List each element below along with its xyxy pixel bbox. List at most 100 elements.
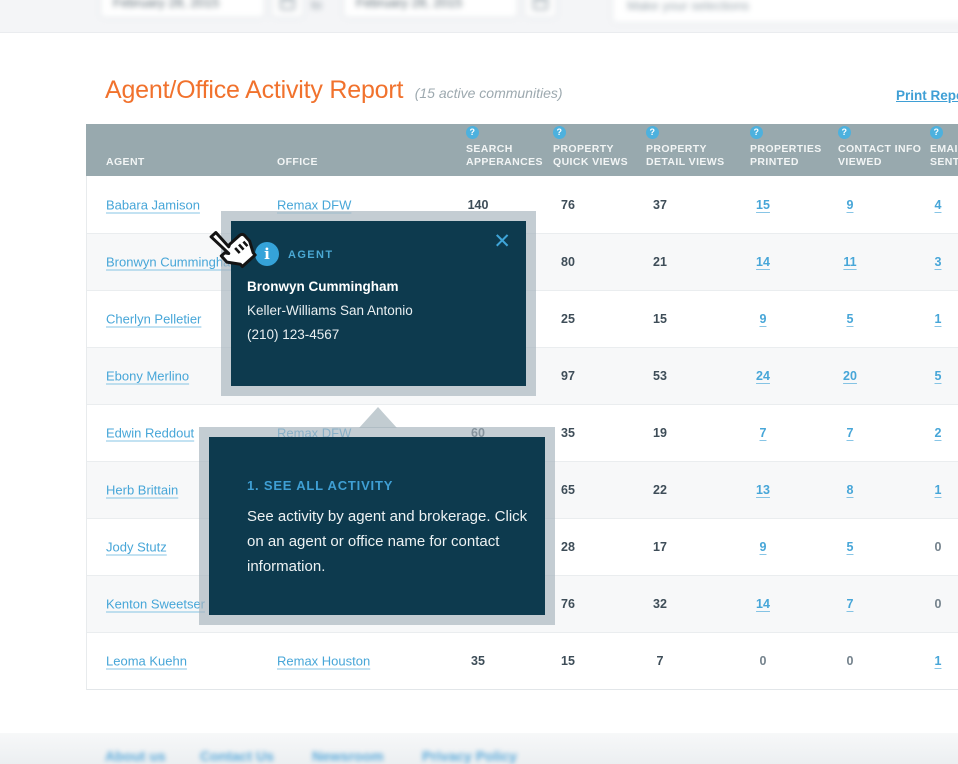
column-header-search-appearances: ? SEARCH APPERANCES	[466, 126, 548, 169]
email-sent-link[interactable]: 1	[913, 654, 958, 668]
search-appearances-value: 140	[453, 198, 503, 212]
date-from-input[interactable]: February 28, 2015	[100, 0, 265, 18]
calendar-icon	[280, 0, 295, 10]
footer-link-privacy-policy[interactable]: Privacy Policy	[422, 748, 517, 764]
agent-contact-tooltip-body: i AGENT ✕ Bronwyn Cummingham Keller-Will…	[231, 221, 526, 386]
help-icon[interactable]: ?	[646, 126, 659, 139]
office-link[interactable]: Remax Houston	[277, 654, 370, 669]
quick-views-value: 25	[543, 312, 593, 326]
tooltip-agent-office: Keller-Williams San Antonio	[247, 303, 413, 318]
to-label: to	[311, 0, 322, 12]
help-icon[interactable]: ?	[466, 126, 479, 139]
contact-viewed-link[interactable]: 11	[825, 255, 875, 269]
detail-views-value: 37	[635, 198, 685, 212]
agent-link[interactable]: Babara Jamison	[106, 197, 200, 212]
contact-viewed-link[interactable]: 7	[825, 597, 875, 611]
printed-link[interactable]: 13	[738, 483, 788, 497]
help-icon[interactable]: ?	[838, 126, 851, 139]
detail-views-value: 21	[635, 255, 685, 269]
search-appearances-value: 35	[453, 654, 503, 668]
contact-viewed-link[interactable]: 5	[825, 312, 875, 326]
footer-link-about-us[interactable]: About us	[105, 748, 166, 764]
agent-link[interactable]: Cherlyn Pelletier	[106, 312, 201, 327]
column-header-label: PROPERTY QUICK VIEWS	[553, 143, 628, 168]
column-header-label: SEARCH APPERANCES	[466, 143, 543, 168]
printed-link[interactable]: 14	[738, 597, 788, 611]
quick-views-value: 80	[543, 255, 593, 269]
column-header-agent: AGENT	[106, 156, 145, 169]
walkthrough-heading: 1. SEE ALL ACTIVITY	[247, 478, 393, 493]
column-header-property-detail-views: ? PROPERTY DETAIL VIEWS	[646, 126, 734, 169]
email-sent-link[interactable]: 4	[913, 198, 958, 212]
column-header-label: PROPERTY DETAIL VIEWS	[646, 143, 725, 168]
printed-link[interactable]: 15	[738, 198, 788, 212]
column-header-office: OFFICE	[277, 156, 318, 169]
walkthrough-tooltip-body: 1. SEE ALL ACTIVITY See activity by agen…	[209, 437, 545, 615]
contact-viewed-link[interactable]: 8	[825, 483, 875, 497]
footer-link-contact-us[interactable]: Contact Us	[200, 748, 274, 764]
help-icon[interactable]: ?	[553, 126, 566, 139]
report-title-text: Agent/Office Activity Report	[105, 76, 403, 104]
detail-views-value: 15	[635, 312, 685, 326]
agent-link[interactable]: Edwin Reddout	[106, 426, 194, 441]
printed-link[interactable]: 24	[738, 369, 788, 383]
agent-link[interactable]: Kenton Sweetser	[106, 597, 205, 612]
column-header-label: PROPERTIES PRINTED	[750, 143, 822, 168]
agent-link[interactable]: Herb Brittain	[106, 483, 178, 498]
printed-value: 0	[738, 654, 788, 668]
office-link[interactable]: Remax DFW	[277, 197, 351, 212]
print-report-link[interactable]: Print Report	[896, 88, 958, 103]
column-header-email-sent: ? EMAIL SENT	[930, 126, 958, 169]
tooltip-agent-phone: (210) 123-4567	[247, 327, 339, 342]
quick-views-value: 76	[543, 198, 593, 212]
report-subtitle: (15 active communities)	[415, 85, 563, 101]
selection-input[interactable]: Make your selections	[612, 0, 958, 23]
email-sent-value: 0	[913, 540, 958, 554]
printed-link[interactable]: 7	[738, 426, 788, 440]
filter-bar-blur: February 28, 2015 to February 28, 2015 M…	[0, 0, 958, 32]
agent-link[interactable]: Leoma Kuehn	[106, 654, 187, 669]
agent-link[interactable]: Ebony Merlino	[106, 369, 189, 384]
email-sent-link[interactable]: 1	[913, 312, 958, 326]
quick-views-value: 97	[543, 369, 593, 383]
tooltip-agent-name: Bronwyn Cummingham	[247, 279, 399, 294]
footer-links-blur: About us Contact Us Newsroom Privacy Pol…	[0, 733, 958, 764]
help-icon[interactable]: ?	[930, 126, 943, 139]
contact-viewed-link[interactable]: 5	[825, 540, 875, 554]
contact-viewed-link[interactable]: 20	[825, 369, 875, 383]
email-sent-value: 0	[913, 597, 958, 611]
close-icon[interactable]: ✕	[493, 229, 511, 254]
help-icon[interactable]: ?	[750, 126, 763, 139]
email-sent-link[interactable]: 5	[913, 369, 958, 383]
column-header-contact-info-viewed: ?CONTACT INFO VIEWED	[838, 126, 922, 169]
detail-views-value: 7	[635, 654, 685, 668]
page-title: Agent/Office Activity Report (15 active …	[105, 76, 563, 105]
detail-views-value: 22	[635, 483, 685, 497]
contact-viewed-link[interactable]: 9	[825, 198, 875, 212]
agent-link[interactable]: Jody Stutz	[106, 540, 167, 555]
email-sent-link[interactable]: 1	[913, 483, 958, 497]
calendar-button[interactable]	[524, 0, 557, 18]
walkthrough-tooltip: 1. SEE ALL ACTIVITY See activity by agen…	[199, 427, 555, 625]
calendar-button[interactable]	[271, 0, 304, 18]
table-row: Leoma Kuehn Remax Houston 35 15 7 0 0 1	[87, 632, 958, 689]
printed-link[interactable]: 9	[738, 540, 788, 554]
detail-views-value: 53	[635, 369, 685, 383]
column-header-properties-printed: ? PROPERTIES PRINTED	[750, 126, 830, 169]
email-sent-link[interactable]: 3	[913, 255, 958, 269]
detail-views-value: 19	[635, 426, 685, 440]
contact-viewed-link[interactable]: 7	[825, 426, 875, 440]
email-sent-link[interactable]: 2	[913, 426, 958, 440]
tooltip-agent-label: AGENT	[288, 249, 334, 261]
date-to-input[interactable]: February 28, 2015	[343, 0, 518, 18]
page: February 28, 2015 to February 28, 2015 M…	[0, 0, 958, 764]
footer-link-newsroom[interactable]: Newsroom	[312, 748, 384, 764]
contact-viewed-value: 0	[825, 654, 875, 668]
filter-bar: February 28, 2015 to February 28, 2015 M…	[0, 0, 958, 33]
agent-contact-tooltip: i AGENT ✕ Bronwyn Cummingham Keller-Will…	[221, 211, 536, 396]
printed-link[interactable]: 9	[738, 312, 788, 326]
table-header: AGENT OFFICE ? SEARCH APPERANCES ? PROPERT…	[86, 124, 958, 176]
tooltip-arrow-up	[359, 407, 397, 428]
printed-link[interactable]: 14	[738, 255, 788, 269]
column-header-label: EMAIL SENT	[930, 143, 958, 168]
